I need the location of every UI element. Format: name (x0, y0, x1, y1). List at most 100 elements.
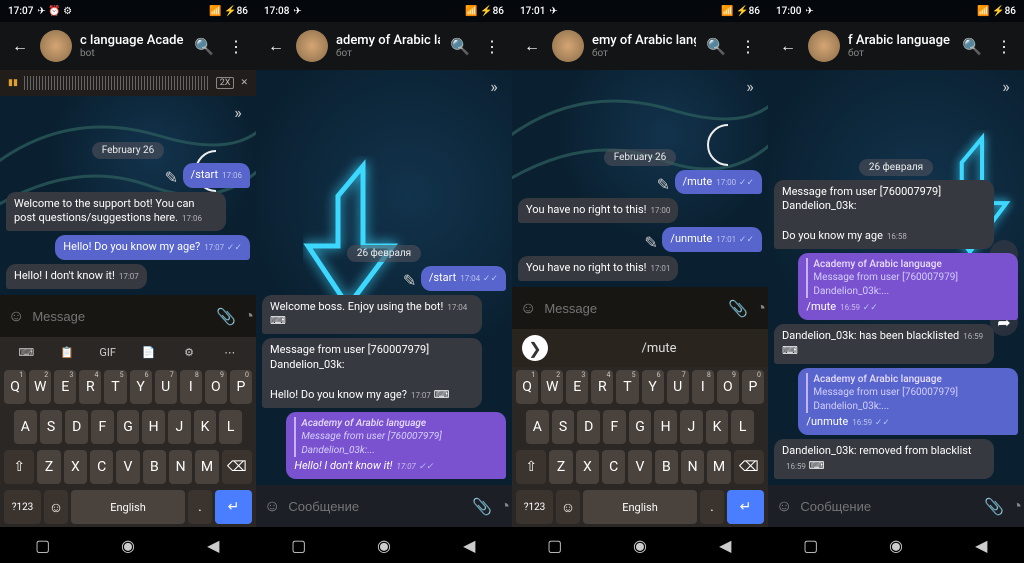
key-h[interactable]: H (654, 410, 677, 444)
message-in[interactable]: Message from user [760007979] Dandelion_… (262, 338, 482, 407)
avatar[interactable] (552, 30, 584, 62)
message-out[interactable]: /start17:04 ✓✓ (421, 266, 506, 291)
message-in[interactable]: You have no right to this!17:01 (518, 256, 678, 281)
nav-recent-icon[interactable]: ▢ (31, 533, 55, 557)
expand-icon[interactable]: » (994, 74, 1018, 98)
back-icon[interactable]: ← (520, 34, 544, 58)
key-d[interactable]: D (577, 410, 600, 444)
key-l[interactable]: L (219, 410, 242, 444)
key-emoji[interactable]: ☺ (556, 490, 580, 524)
expand-icon[interactable]: » (226, 100, 250, 124)
pause-icon[interactable]: ▮▮ (8, 78, 18, 88)
key-m[interactable]: M (707, 450, 730, 484)
key-d[interactable]: D (65, 410, 88, 444)
key-v[interactable]: V (116, 450, 139, 484)
message-in[interactable]: Hello! I don't know it!17:07 (6, 264, 147, 289)
key-r[interactable]: R4 (79, 370, 101, 404)
key-x[interactable]: X (576, 450, 599, 484)
key-z[interactable]: Z (37, 450, 60, 484)
message-input[interactable] (288, 499, 464, 514)
key-b[interactable]: B (655, 450, 678, 484)
sticker-icon[interactable]: ◔ (244, 305, 254, 327)
kb-doc-icon[interactable]: 📄 (128, 342, 169, 363)
more-icon[interactable]: ⋮ (224, 34, 248, 58)
search-icon[interactable]: 🔍 (448, 34, 472, 58)
message-input[interactable] (800, 499, 976, 514)
key-p[interactable]: P0 (230, 370, 252, 404)
avatar[interactable] (40, 30, 72, 62)
avatar[interactable] (296, 30, 328, 62)
message-out-reply[interactable]: Academy of Arabic languageMessage from u… (286, 412, 506, 479)
message-in[interactable]: Message from user [760007979] Dandelion_… (774, 180, 994, 249)
key-q[interactable]: Q1 (516, 370, 538, 404)
message-in[interactable]: Welcome boss. Enjoy using the bot!17:04 … (262, 295, 482, 335)
message-out[interactable]: /mute17:00 ✓✓ (675, 170, 762, 195)
attach-icon[interactable]: 📎 (728, 297, 748, 319)
key-v[interactable]: V (628, 450, 651, 484)
kb-gear-icon[interactable]: ⚙ (169, 342, 210, 363)
key-t[interactable]: T5 (104, 370, 126, 404)
key-u[interactable]: U7 (667, 370, 689, 404)
key-g[interactable]: G (117, 410, 140, 444)
key-k[interactable]: K (706, 410, 729, 444)
nav-home-icon[interactable]: ◉ (884, 533, 908, 557)
nav-home-icon[interactable]: ◉ (116, 533, 140, 557)
message-out[interactable]: /unmute17:01 ✓✓ (662, 227, 762, 252)
speed-badge[interactable]: 2X (216, 77, 235, 89)
key-g[interactable]: G (629, 410, 652, 444)
kb-more-icon[interactable]: ⋯ (209, 342, 250, 363)
message-in[interactable]: Welcome to the support bot! You can post… (6, 192, 226, 232)
avatar[interactable] (808, 30, 840, 62)
key-m[interactable]: M (195, 450, 218, 484)
key-x[interactable]: X (64, 450, 87, 484)
key-s[interactable]: S (40, 410, 63, 444)
message-input[interactable] (544, 301, 720, 316)
command-suggestion[interactable]: /mute (560, 341, 758, 356)
more-icon[interactable]: ⋮ (480, 34, 504, 58)
nav-back-icon[interactable]: ◀ (201, 533, 225, 557)
key-r[interactable]: R4 (591, 370, 613, 404)
key-y[interactable]: Y6 (130, 370, 152, 404)
back-icon[interactable]: ← (776, 34, 800, 58)
key-f[interactable]: F (91, 410, 114, 444)
key-space[interactable]: English (583, 490, 697, 524)
kb-clipboard-icon[interactable]: 📋 (47, 342, 88, 363)
key-u[interactable]: U7 (155, 370, 177, 404)
key-t[interactable]: T5 (616, 370, 638, 404)
nav-recent-icon[interactable]: ▢ (799, 533, 823, 557)
key-k[interactable]: K (194, 410, 217, 444)
more-icon[interactable]: ⋮ (992, 34, 1016, 58)
message-in[interactable]: Dandelion_03k: has been blacklisted16:59… (774, 324, 994, 364)
kb-gif-button[interactable]: GIF (87, 342, 128, 363)
key-e[interactable]: E3 (566, 370, 588, 404)
nav-home-icon[interactable]: ◉ (372, 533, 396, 557)
emoji-icon[interactable]: ☺ (8, 305, 24, 327)
sticker-icon[interactable]: ◔ (500, 495, 510, 517)
nav-back-icon[interactable]: ◀ (457, 533, 481, 557)
key-w[interactable]: W2 (29, 370, 51, 404)
message-out-reply[interactable]: Academy of Arabic languageMessage from u… (798, 368, 1018, 435)
more-icon[interactable]: ⋮ (736, 34, 760, 58)
nav-back-icon[interactable]: ◀ (713, 533, 737, 557)
back-icon[interactable]: ← (8, 34, 32, 58)
key-enter[interactable]: ↵ (215, 490, 252, 524)
attach-icon[interactable]: 📎 (216, 305, 236, 327)
nav-back-icon[interactable]: ◀ (969, 533, 993, 557)
key-h[interactable]: H (142, 410, 165, 444)
key-i[interactable]: I8 (180, 370, 202, 404)
key-p[interactable]: P0 (742, 370, 764, 404)
key-enter[interactable]: ↵ (727, 490, 764, 524)
key-n[interactable]: N (681, 450, 704, 484)
message-out[interactable]: Hello! Do you know my age?17:07 ✓✓ (55, 235, 250, 260)
key-shift[interactable]: ⇧ (4, 450, 34, 484)
emoji-icon[interactable]: ☺ (264, 495, 280, 517)
key-period[interactable]: . (700, 490, 724, 524)
expand-icon[interactable]: » (482, 74, 506, 98)
key-numeric[interactable]: ?123 (4, 490, 41, 524)
key-c[interactable]: C (602, 450, 625, 484)
message-input[interactable] (32, 309, 208, 324)
key-i[interactable]: I8 (692, 370, 714, 404)
key-space[interactable]: English (71, 490, 185, 524)
key-shift[interactable]: ⇧ (516, 450, 546, 484)
sticker-icon[interactable]: ◔ (1012, 495, 1022, 517)
